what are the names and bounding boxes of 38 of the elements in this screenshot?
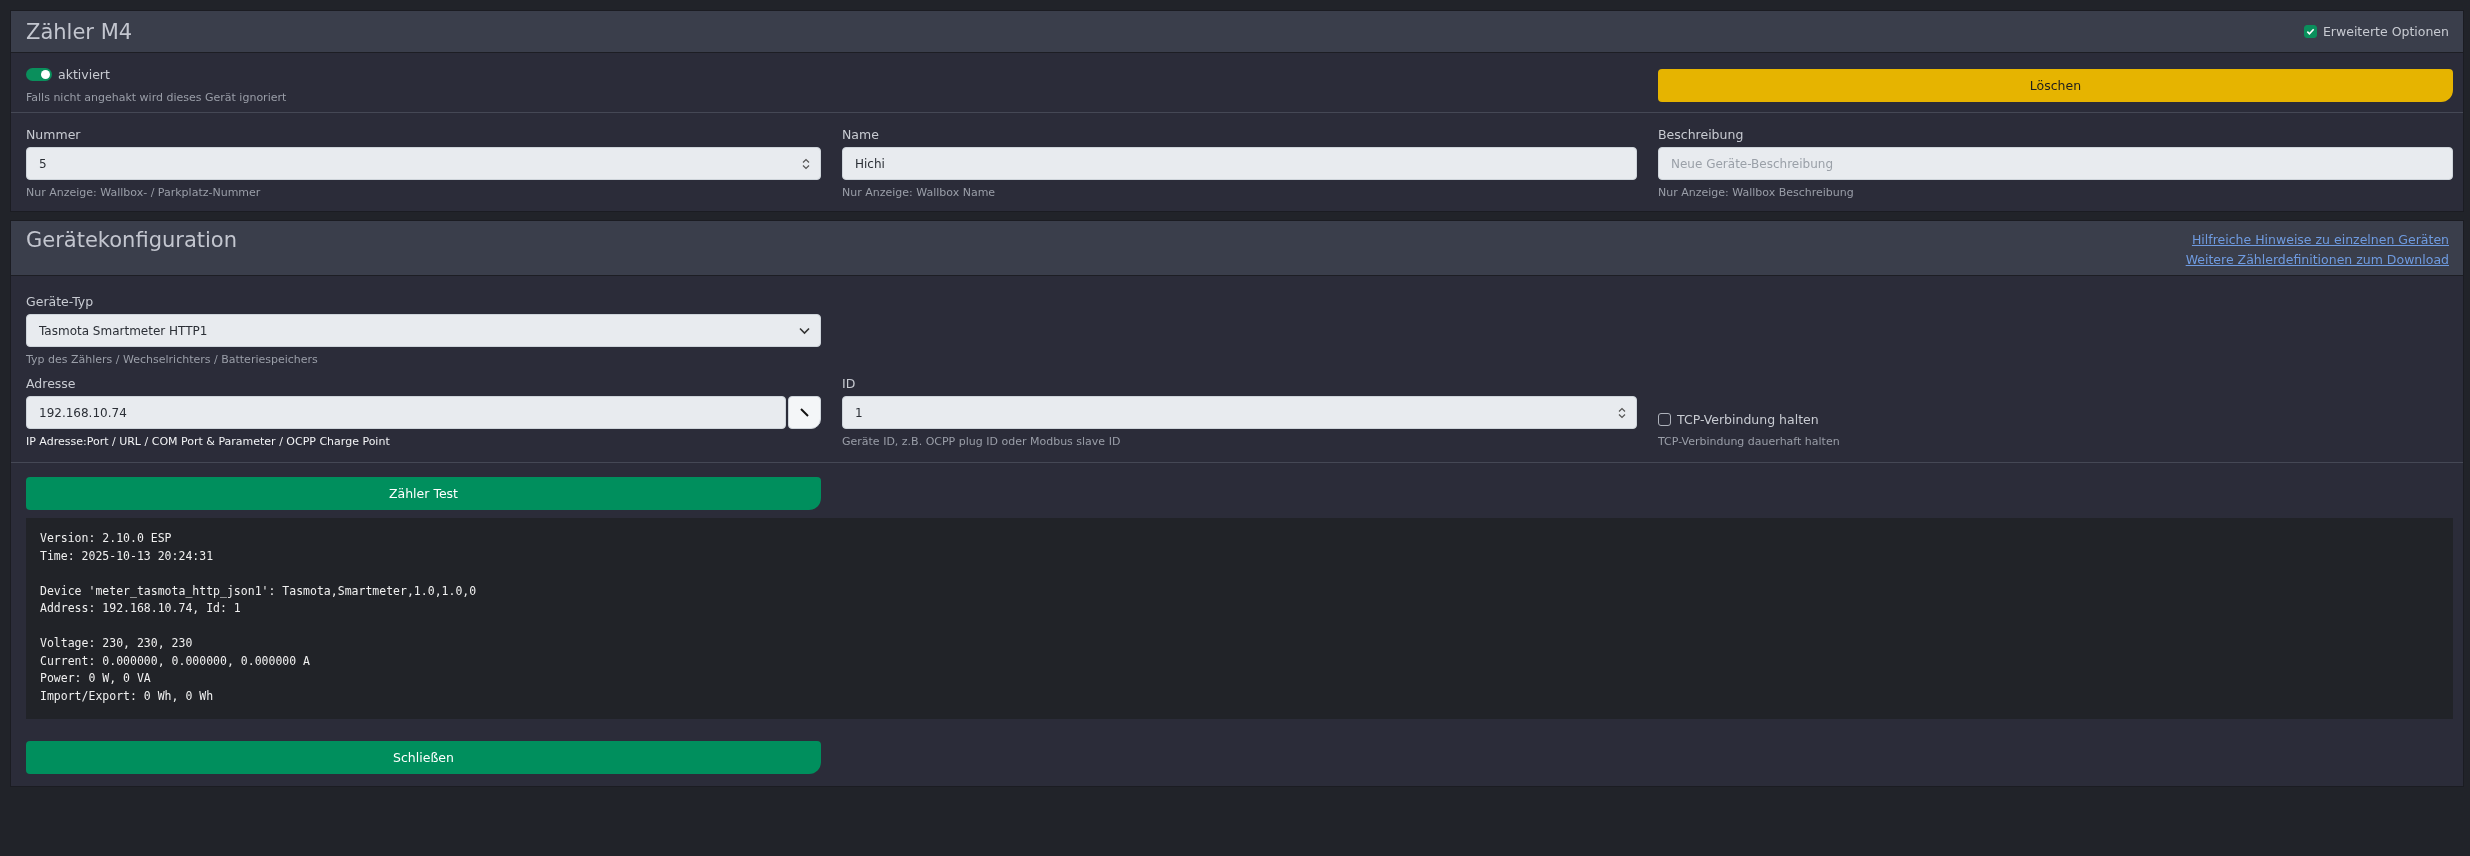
help-link[interactable]: Weitere Zählerdefinitionen zum Download (2185, 249, 2449, 270)
test-button[interactable]: Zähler Test (26, 477, 821, 510)
field-hint: Geräte ID, z.B. OCPP plug ID oder Modbus slave ID (842, 435, 1122, 448)
toggle-label: aktiviert (58, 67, 110, 82)
close-button[interactable]: Schließen (26, 741, 821, 774)
select-field[interactable]: Tasmota Smartmeter HTTP1 (26, 314, 821, 347)
field-hint: IP Adresse:Port / URL / COM Port & Parameter / OCPP Charge Point (26, 435, 391, 448)
checkbox-hint: TCP-Verbindung dauerhaft halten (1658, 435, 1841, 448)
input-field[interactable]: 5 (26, 147, 821, 180)
field-label: Nummer (26, 127, 82, 142)
field-label: Geräte-Typ (26, 294, 95, 309)
field-label: Beschreibung (1658, 127, 1745, 142)
card-title: Gerätekonfiguration (26, 228, 237, 252)
delete-button[interactable]: Löschen (1658, 69, 2453, 102)
input-field[interactable]: Hichi (842, 147, 1637, 180)
help-link[interactable]: Hilfreiche Hinweise zu einzelnen Geräten (2185, 229, 2449, 250)
input-field[interactable]: 192.168.10.74 (26, 396, 786, 429)
checkbox[interactable] (1658, 413, 1671, 426)
field-label: Adresse (26, 376, 77, 391)
toggle-switch[interactable] (26, 68, 52, 81)
field-label: Name (842, 127, 880, 142)
console-output: Version: 2.10.0 ESP Time: 2025-10-13 20:24:31 Device 'meter_tasmota_http_json1': Tasmota,Smartmeter,1.0,1.0,0 Address: 192.168.10.74, Id: 1 Voltage: 230, 230, 230 Current: 0.000000, 0.000000, 0.000000 A Power: 0 W, 0 VA Import/Export: 0 Wh, 0 Wh (26, 518, 2453, 719)
field-hint: Typ des Zählers / Wechselrichters / Batteriespeichers (26, 353, 319, 366)
field-hint: Nur Anzeige: Wallbox Beschreibung (1658, 186, 1855, 199)
checkbox-label: TCP-Verbindung halten (1677, 412, 1819, 427)
field-hint: Nur Anzeige: Wallbox- / Parkplatz-Nummer (26, 186, 262, 199)
edit-button[interactable] (788, 396, 821, 429)
field-hint: Nur Anzeige: Wallbox Name (842, 186, 997, 199)
toggle-hint: Falls nicht angehakt wird dieses Gerät ignoriert (26, 91, 288, 104)
checkbox[interactable] (2303, 25, 2317, 38)
spinner-icon[interactable] (802, 157, 810, 170)
spinner-icon[interactable] (1618, 406, 1626, 419)
pencil-icon (799, 407, 810, 418)
card-title: Zähler M4 (26, 19, 133, 44)
field-label: ID (842, 376, 857, 391)
input-field[interactable]: 1 (842, 396, 1637, 429)
checkbox-label: Erweiterte Optionen (2322, 24, 2449, 39)
chevron-down-icon (799, 326, 810, 335)
